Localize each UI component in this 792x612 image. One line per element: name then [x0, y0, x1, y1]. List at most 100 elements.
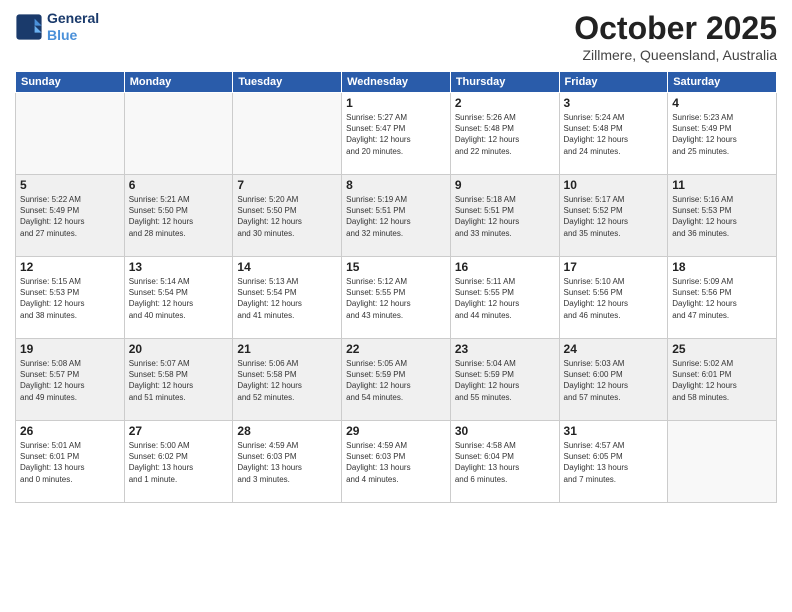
table-row: 15 Sunrise: 5:12 AM Sunset: 5:55 PM Dayli…	[342, 257, 451, 339]
table-row: 8 Sunrise: 5:19 AM Sunset: 5:51 PM Daylig…	[342, 175, 451, 257]
logo-text: General Blue	[47, 10, 99, 44]
day-info: Sunrise: 5:19 AM Sunset: 5:51 PM Dayligh…	[346, 194, 446, 239]
day-info: Sunrise: 5:00 AM Sunset: 6:02 PM Dayligh…	[129, 440, 229, 485]
day-number: 24	[564, 342, 664, 356]
day-number: 15	[346, 260, 446, 274]
day-info: Sunrise: 5:15 AM Sunset: 5:53 PM Dayligh…	[20, 276, 120, 321]
logo-line2: Blue	[47, 27, 99, 44]
day-number: 4	[672, 96, 772, 110]
col-monday: Monday	[124, 72, 233, 93]
table-row: 20 Sunrise: 5:07 AM Sunset: 5:58 PM Dayli…	[124, 339, 233, 421]
day-number: 13	[129, 260, 229, 274]
day-number: 29	[346, 424, 446, 438]
table-row: 11Sunrise: 5:16 AM Sunset: 5:53 PM Dayli…	[668, 175, 777, 257]
calendar-week-row: 12Sunrise: 5:15 AM Sunset: 5:53 PM Dayli…	[16, 257, 777, 339]
day-info: Sunrise: 4:59 AM Sunset: 6:03 PM Dayligh…	[237, 440, 337, 485]
header: General Blue October 2025 Zillmere, Quee…	[15, 10, 777, 63]
col-wednesday: Wednesday	[342, 72, 451, 93]
logo-line1: General	[47, 10, 99, 27]
calendar: Sunday Monday Tuesday Wednesday Thursday…	[15, 71, 777, 503]
table-row: 14Sunrise: 5:13 AM Sunset: 5:54 PM Dayli…	[233, 257, 342, 339]
day-number: 6	[129, 178, 229, 192]
table-row: 25 Sunrise: 5:02 AM Sunset: 6:01 PM Dayli…	[668, 339, 777, 421]
table-row: 28 Sunrise: 4:59 AM Sunset: 6:03 PM Dayli…	[233, 421, 342, 503]
day-number: 30	[455, 424, 555, 438]
day-info: Sunrise: 5:10 AM Sunset: 5:56 PM Dayligh…	[564, 276, 664, 321]
table-row: 4Sunrise: 5:23 AM Sunset: 5:49 PM Daylig…	[668, 93, 777, 175]
day-number: 10	[564, 178, 664, 192]
table-row: 27 Sunrise: 5:00 AM Sunset: 6:02 PM Dayli…	[124, 421, 233, 503]
day-info: Sunrise: 4:59 AM Sunset: 6:03 PM Dayligh…	[346, 440, 446, 485]
table-row: 7 Sunrise: 5:20 AM Sunset: 5:50 PM Daylig…	[233, 175, 342, 257]
day-info: Sunrise: 5:09 AM Sunset: 5:56 PM Dayligh…	[672, 276, 772, 321]
day-number: 18	[672, 260, 772, 274]
day-number: 3	[564, 96, 664, 110]
col-thursday: Thursday	[450, 72, 559, 93]
day-number: 9	[455, 178, 555, 192]
table-row: 17Sunrise: 5:10 AM Sunset: 5:56 PM Dayli…	[559, 257, 668, 339]
day-number: 1	[346, 96, 446, 110]
day-info: Sunrise: 5:17 AM Sunset: 5:52 PM Dayligh…	[564, 194, 664, 239]
calendar-week-row: 19 Sunrise: 5:08 AM Sunset: 5:57 PM Dayli…	[16, 339, 777, 421]
table-row: 9 Sunrise: 5:18 AM Sunset: 5:51 PM Daylig…	[450, 175, 559, 257]
calendar-week-row: 5Sunrise: 5:22 AM Sunset: 5:49 PM Daylig…	[16, 175, 777, 257]
col-friday: Friday	[559, 72, 668, 93]
table-row: 26Sunrise: 5:01 AM Sunset: 6:01 PM Dayli…	[16, 421, 125, 503]
col-tuesday: Tuesday	[233, 72, 342, 93]
day-number: 27	[129, 424, 229, 438]
day-info: Sunrise: 5:03 AM Sunset: 6:00 PM Dayligh…	[564, 358, 664, 403]
page: General Blue October 2025 Zillmere, Quee…	[0, 0, 792, 612]
day-info: Sunrise: 5:11 AM Sunset: 5:55 PM Dayligh…	[455, 276, 555, 321]
table-row: 10 Sunrise: 5:17 AM Sunset: 5:52 PM Dayli…	[559, 175, 668, 257]
day-number: 23	[455, 342, 555, 356]
day-info: Sunrise: 4:58 AM Sunset: 6:04 PM Dayligh…	[455, 440, 555, 485]
table-row: 6Sunrise: 5:21 AM Sunset: 5:50 PM Daylig…	[124, 175, 233, 257]
day-number: 19	[20, 342, 120, 356]
day-info: Sunrise: 5:26 AM Sunset: 5:48 PM Dayligh…	[455, 112, 555, 157]
day-info: Sunrise: 5:18 AM Sunset: 5:51 PM Dayligh…	[455, 194, 555, 239]
location-subtitle: Zillmere, Queensland, Australia	[574, 47, 777, 63]
table-row	[668, 421, 777, 503]
col-sunday: Sunday	[16, 72, 125, 93]
table-row: 18 Sunrise: 5:09 AM Sunset: 5:56 PM Dayli…	[668, 257, 777, 339]
table-row: 30 Sunrise: 4:58 AM Sunset: 6:04 PM Dayli…	[450, 421, 559, 503]
day-info: Sunrise: 5:01 AM Sunset: 6:01 PM Dayligh…	[20, 440, 120, 485]
table-row	[124, 93, 233, 175]
table-row: 23Sunrise: 5:04 AM Sunset: 5:59 PM Dayli…	[450, 339, 559, 421]
day-number: 25	[672, 342, 772, 356]
day-info: Sunrise: 5:20 AM Sunset: 5:50 PM Dayligh…	[237, 194, 337, 239]
day-number: 22	[346, 342, 446, 356]
day-info: Sunrise: 5:08 AM Sunset: 5:57 PM Dayligh…	[20, 358, 120, 403]
day-info: Sunrise: 5:24 AM Sunset: 5:48 PM Dayligh…	[564, 112, 664, 157]
day-number: 16	[455, 260, 555, 274]
title-block: October 2025 Zillmere, Queensland, Austr…	[574, 10, 777, 63]
day-info: Sunrise: 5:05 AM Sunset: 5:59 PM Dayligh…	[346, 358, 446, 403]
table-row: 24 Sunrise: 5:03 AM Sunset: 6:00 PM Dayli…	[559, 339, 668, 421]
logo-icon	[15, 13, 43, 41]
day-number: 7	[237, 178, 337, 192]
day-info: Sunrise: 5:07 AM Sunset: 5:58 PM Dayligh…	[129, 358, 229, 403]
table-row: 2 Sunrise: 5:26 AM Sunset: 5:48 PM Daylig…	[450, 93, 559, 175]
calendar-header-row: Sunday Monday Tuesday Wednesday Thursday…	[16, 72, 777, 93]
table-row: 13Sunrise: 5:14 AM Sunset: 5:54 PM Dayli…	[124, 257, 233, 339]
table-row: 31 Sunrise: 4:57 AM Sunset: 6:05 PM Dayli…	[559, 421, 668, 503]
logo: General Blue	[15, 10, 99, 44]
calendar-week-row: 26Sunrise: 5:01 AM Sunset: 6:01 PM Dayli…	[16, 421, 777, 503]
day-number: 8	[346, 178, 446, 192]
day-number: 28	[237, 424, 337, 438]
day-info: Sunrise: 4:57 AM Sunset: 6:05 PM Dayligh…	[564, 440, 664, 485]
table-row: 29 Sunrise: 4:59 AM Sunset: 6:03 PM Dayli…	[342, 421, 451, 503]
day-info: Sunrise: 5:27 AM Sunset: 5:47 PM Dayligh…	[346, 112, 446, 157]
day-info: Sunrise: 5:02 AM Sunset: 6:01 PM Dayligh…	[672, 358, 772, 403]
day-info: Sunrise: 5:13 AM Sunset: 5:54 PM Dayligh…	[237, 276, 337, 321]
table-row: 21Sunrise: 5:06 AM Sunset: 5:58 PM Dayli…	[233, 339, 342, 421]
table-row: 5Sunrise: 5:22 AM Sunset: 5:49 PM Daylig…	[16, 175, 125, 257]
day-number: 20	[129, 342, 229, 356]
day-number: 2	[455, 96, 555, 110]
table-row: 12Sunrise: 5:15 AM Sunset: 5:53 PM Dayli…	[16, 257, 125, 339]
month-title: October 2025	[574, 10, 777, 47]
day-number: 31	[564, 424, 664, 438]
day-number: 21	[237, 342, 337, 356]
day-info: Sunrise: 5:12 AM Sunset: 5:55 PM Dayligh…	[346, 276, 446, 321]
day-number: 5	[20, 178, 120, 192]
